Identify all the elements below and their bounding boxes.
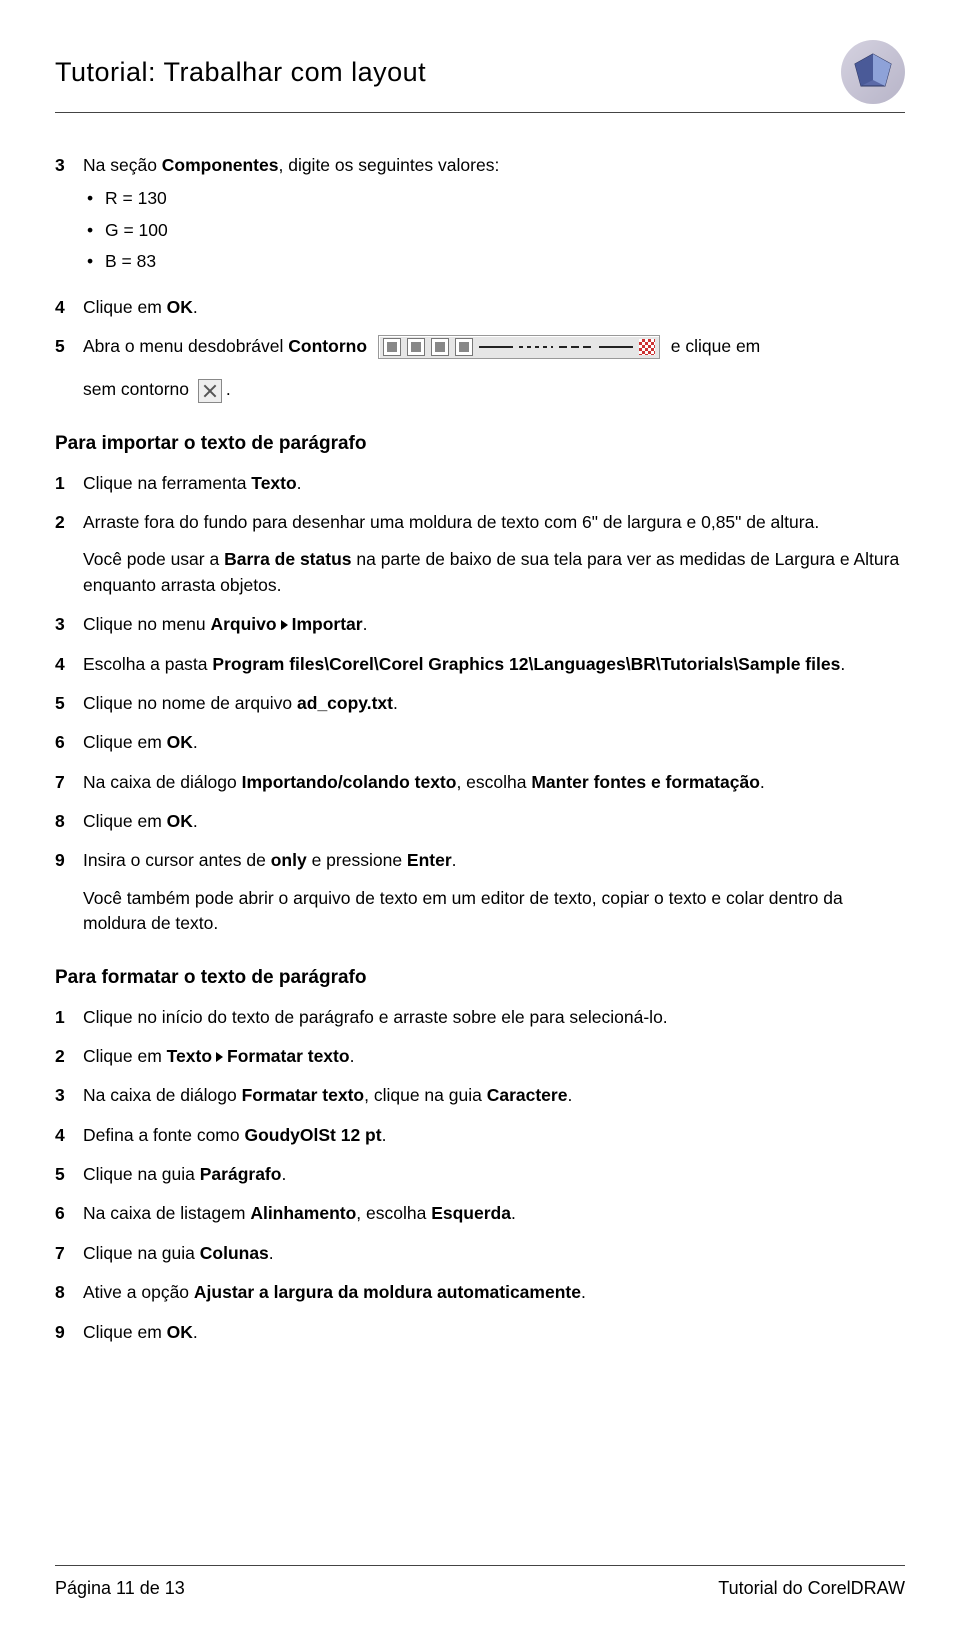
step-5-contorno: 5 Abra o menu desdobrável Contorno e cli…: [55, 334, 905, 403]
format-step-7: 7 Clique na guia Colunas.: [55, 1241, 905, 1266]
import-step-4: 4 Escolha a pasta Program files\Corel\Co…: [55, 652, 905, 677]
menu-arrow-icon: [281, 620, 288, 630]
import-step-6: 6 Clique em OK.: [55, 730, 905, 755]
format-step-9: 9 Clique em OK.: [55, 1320, 905, 1345]
page-footer: Página 11 de 13 Tutorial do CorelDRAW: [55, 1565, 905, 1599]
list-item: G = 100: [83, 218, 905, 243]
footer-page-number: Página 11 de 13: [55, 1578, 185, 1599]
format-step-6: 6 Na caixa de listagem Alinhamento, esco…: [55, 1201, 905, 1226]
list-item: R = 130: [83, 186, 905, 211]
import-step-5: 5 Clique no nome de arquivo ad_copy.txt.: [55, 691, 905, 716]
outline-toolbar-image: [378, 335, 660, 359]
import-step-7: 7 Na caixa de diálogo Importando/colando…: [55, 770, 905, 795]
list-item: B = 83: [83, 249, 905, 274]
import-step-2: 2 Arraste fora do fundo para desenhar um…: [55, 510, 905, 598]
import-step-9: 9 Insira o cursor antes de only e pressi…: [55, 848, 905, 936]
format-step-4: 4 Defina a fonte como GoudyOlSt 12 pt.: [55, 1123, 905, 1148]
step-3-componentes: 3 Na seção Componentes, digite os seguin…: [55, 153, 905, 281]
step-4-ok: 4 Clique em OK.: [55, 295, 905, 320]
page: Tutorial: Trabalhar com layout 3 Na seçã…: [0, 0, 960, 1629]
format-step-5: 5 Clique na guia Parágrafo.: [55, 1162, 905, 1187]
no-outline-icon: [198, 379, 222, 403]
page-title: Tutorial: Trabalhar com layout: [55, 57, 426, 88]
import-step-8: 8 Clique em OK.: [55, 809, 905, 834]
rgb-values-list: R = 130 G = 100 B = 83: [83, 186, 905, 274]
heading-import-paragraph-text: Para importar o texto de parágrafo: [55, 433, 905, 455]
import-step-1: 1 Clique na ferramenta Texto.: [55, 471, 905, 496]
format-step-3: 3 Na caixa de diálogo Formatar texto, cl…: [55, 1083, 905, 1108]
import-step-3: 3 Clique no menu ArquivoImportar.: [55, 612, 905, 637]
format-step-8: 8 Ative a opção Ajustar a largura da mol…: [55, 1280, 905, 1305]
tutorial-icon: [841, 40, 905, 104]
menu-arrow-icon: [216, 1052, 223, 1062]
footer-doc-title: Tutorial do CorelDRAW: [718, 1578, 905, 1599]
format-step-1: 1 Clique no início do texto de parágrafo…: [55, 1005, 905, 1030]
format-step-2: 2 Clique em TextoFormatar texto.: [55, 1044, 905, 1069]
heading-format-paragraph-text: Para formatar o texto de parágrafo: [55, 967, 905, 989]
page-header: Tutorial: Trabalhar com layout: [55, 40, 905, 113]
